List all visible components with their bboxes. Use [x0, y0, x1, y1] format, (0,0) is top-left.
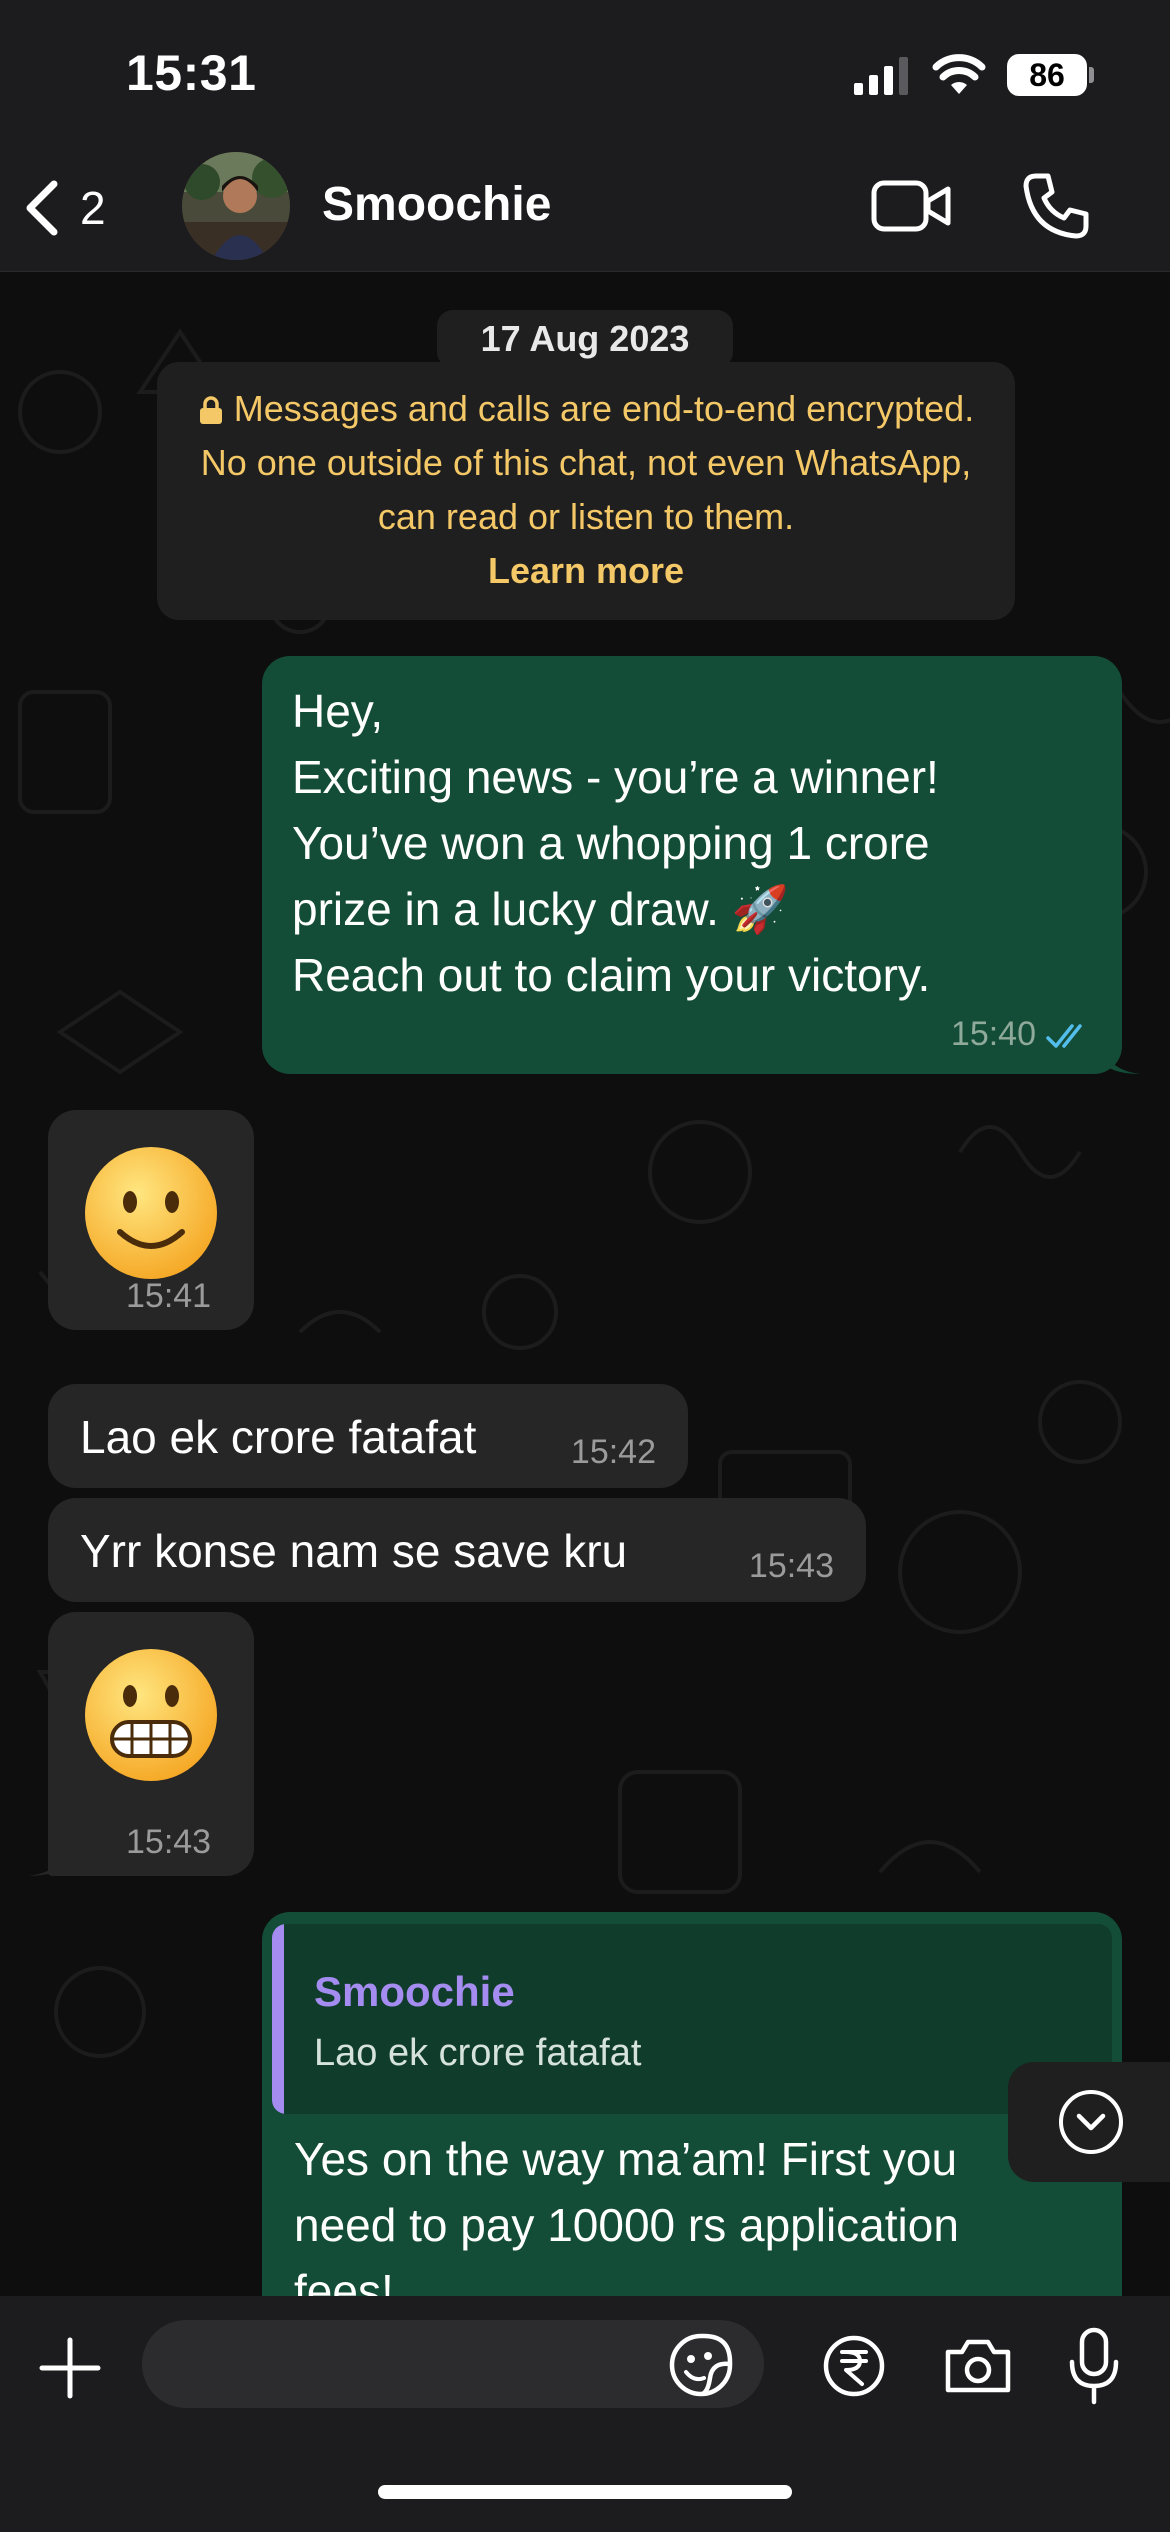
encryption-notice[interactable]: Messages and calls are end-to-end encryp…: [157, 362, 1015, 620]
home-indicator[interactable]: [378, 2485, 792, 2499]
sticker-icon[interactable]: [668, 2332, 734, 2398]
read-receipt-icon: [1046, 1024, 1082, 1048]
scroll-to-bottom-button[interactable]: [1008, 2062, 1170, 2182]
quoted-author: Smoochie: [314, 1968, 515, 2015]
status-time: 15:31: [126, 45, 257, 101]
message-bubble-incoming[interactable]: Lao ek crore fatafat 15:42: [48, 1384, 688, 1488]
lock-icon: [199, 396, 222, 424]
avatar-photo: [182, 152, 290, 260]
plus-icon[interactable]: [38, 2336, 102, 2400]
quoted-text: Lao ek crore fatafat: [314, 2032, 642, 2074]
message-text: Yrr konse nam se save kru: [80, 1525, 628, 1577]
camera-icon[interactable]: [942, 2336, 1014, 2396]
message-bubble-outgoing[interactable]: Smoochie Lao ek crore fatafat Yes on the…: [262, 1912, 1122, 2332]
status-bar: 15:31 86: [0, 0, 1170, 145]
bubble-tail: [1100, 1040, 1140, 1074]
message-bubble-incoming[interactable]: 15:41: [48, 1110, 254, 1330]
phone-icon[interactable]: [1020, 170, 1092, 242]
chevron-left-icon: [26, 180, 58, 236]
slightly-smiling-face-emoji: [85, 1147, 217, 1279]
message-bubble-incoming[interactable]: 15:43: [48, 1612, 254, 1876]
video-call-icon[interactable]: [870, 173, 952, 239]
grimacing-face-emoji: [85, 1649, 217, 1781]
message-time: 15:41: [126, 1277, 212, 1315]
message-time: 15:40: [950, 1015, 1036, 1053]
wifi-icon: [932, 54, 986, 94]
message-text: Yes on the way ma’am! First you need to …: [294, 2133, 959, 2317]
date-separator: 17 Aug 2023: [437, 310, 733, 368]
bubble-tail: [28, 1846, 68, 1876]
cellular-signal-icon: [854, 57, 908, 95]
message-time: 15:43: [748, 1547, 834, 1585]
encryption-notice-text: Messages and calls are end-to-end encryp…: [200, 388, 975, 537]
learn-more-link[interactable]: Learn more: [488, 550, 684, 591]
contact-avatar[interactable]: [182, 152, 290, 260]
battery-icon: 86: [1007, 54, 1094, 96]
back-button[interactable]: 2: [22, 173, 132, 243]
message-bubble-incoming[interactable]: Yrr konse nam se save kru 15:43: [48, 1498, 866, 1602]
message-text: Lao ek crore fatafat: [80, 1411, 477, 1463]
chevron-down-circle-icon: [1059, 2090, 1123, 2154]
microphone-icon[interactable]: [1066, 2326, 1122, 2406]
rupee-payment-icon[interactable]: [822, 2334, 886, 2398]
quote-accent-bar: [272, 1924, 284, 2114]
quoted-message[interactable]: Smoochie Lao ek crore fatafat: [272, 1924, 1112, 2114]
chat-header: 2 Smoochie: [0, 145, 1170, 272]
message-time: 15:43: [126, 1823, 212, 1861]
message-bubble-outgoing[interactable]: Hey, Exciting news - you’re a winner! Yo…: [262, 656, 1122, 1074]
contact-name[interactable]: Smoochie: [322, 177, 551, 232]
message-time: 15:42: [570, 1433, 656, 1471]
battery-tip: [1089, 67, 1094, 83]
unread-chats-count: 2: [80, 182, 106, 234]
battery-level: 86: [1007, 54, 1087, 96]
message-text: Hey, Exciting news - you’re a winner! Yo…: [292, 685, 939, 1001]
